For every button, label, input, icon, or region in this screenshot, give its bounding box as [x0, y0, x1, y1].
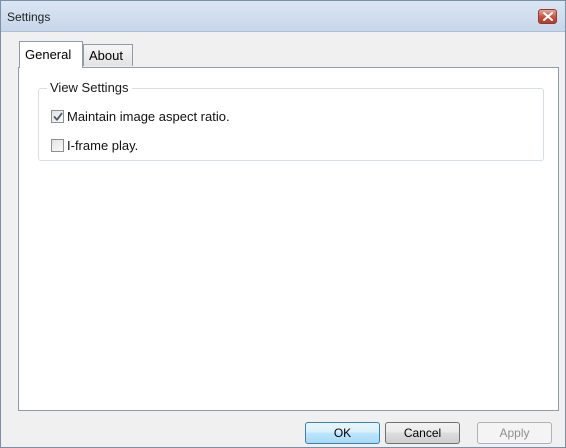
close-icon: [543, 12, 553, 21]
settings-dialog: Settings General About View Settings Mai…: [0, 0, 566, 448]
iframe-play-checkbox[interactable]: [51, 138, 64, 152]
window-title: Settings: [7, 10, 51, 24]
apply-button[interactable]: Apply: [477, 422, 552, 444]
maintain-aspect-ratio-label: Maintain image aspect ratio.: [67, 108, 230, 124]
iframe-play-option[interactable]: I-frame play.: [51, 137, 138, 153]
ok-button[interactable]: OK: [305, 422, 380, 444]
iframe-play-label: I-frame play.: [67, 137, 139, 153]
title-bar[interactable]: Settings: [1, 1, 565, 32]
general-tab-panel: View Settings Maintain image aspect rati…: [18, 67, 559, 411]
close-button[interactable]: [538, 9, 557, 24]
cancel-button[interactable]: Cancel: [385, 422, 460, 444]
tab-general[interactable]: General: [19, 41, 83, 68]
maintain-aspect-ratio-checkbox[interactable]: [51, 109, 64, 123]
view-settings-legend: View Settings: [47, 80, 132, 95]
maintain-aspect-ratio-option[interactable]: Maintain image aspect ratio.: [51, 108, 230, 124]
view-settings-group: View Settings Maintain image aspect rati…: [38, 80, 544, 161]
tab-about[interactable]: About: [83, 44, 133, 66]
checkmark-icon: [53, 112, 63, 121]
